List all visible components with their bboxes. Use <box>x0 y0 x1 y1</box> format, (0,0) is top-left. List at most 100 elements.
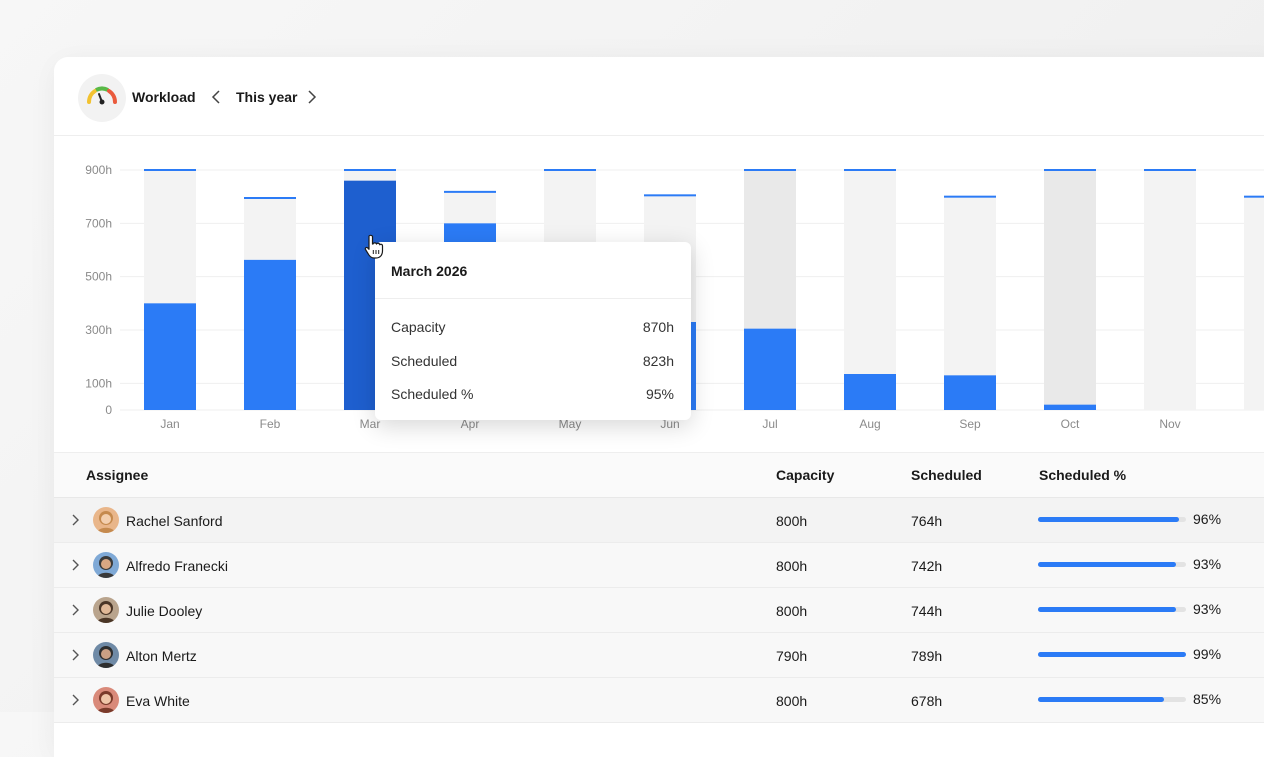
avatar <box>93 552 119 578</box>
assignee-name: Alton Mertz <box>126 648 197 664</box>
column-header-assignee[interactable]: Assignee <box>86 467 148 483</box>
next-period-button[interactable] <box>305 88 319 106</box>
scheduled-bar-jan[interactable] <box>144 303 196 410</box>
scheduled-pct-value: 99% <box>1193 646 1222 662</box>
tooltip-value: 870h <box>642 319 674 335</box>
expand-row-button[interactable] <box>70 557 80 573</box>
scheduled-progress-fill <box>1038 607 1176 612</box>
chevron-right-icon <box>72 694 79 706</box>
assignee-name: Julie Dooley <box>126 603 203 619</box>
capacity-line-d <box>1244 195 1264 198</box>
table-row[interactable]: Alfredo Franecki 800h 742h 93% <box>54 543 1264 588</box>
y-tick-label: 300h <box>85 323 112 337</box>
assignee-table: Assignee Capacity Scheduled Scheduled % … <box>54 452 1264 723</box>
tooltip-label: Capacity <box>391 319 446 335</box>
x-tick-label: Jan <box>160 417 179 431</box>
table-header: Assignee Capacity Scheduled Scheduled % <box>54 452 1264 498</box>
expand-row-button[interactable] <box>70 692 80 708</box>
capacity-value: 800h <box>776 693 808 709</box>
capacity-bar-d[interactable] <box>1244 196 1264 410</box>
tooltip-label: Scheduled <box>391 353 458 369</box>
chevron-right-icon <box>308 90 317 104</box>
x-tick-label: Jul <box>762 417 777 431</box>
expand-row-button[interactable] <box>70 512 80 528</box>
chevron-right-icon <box>72 604 79 616</box>
assignee-name: Alfredo Franecki <box>126 558 228 574</box>
scheduled-bar-jul[interactable] <box>744 328 796 410</box>
y-tick-label: 100h <box>85 376 112 390</box>
y-tick-label: 900h <box>85 163 112 177</box>
capacity-line-aug <box>844 169 896 171</box>
capacity-line-apr <box>444 190 496 193</box>
table-row[interactable]: Rachel Sanford 800h 764h 96% <box>54 498 1264 543</box>
capacity-line-jan <box>144 169 196 171</box>
capacity-line-oct <box>1044 169 1096 171</box>
chevron-right-icon <box>72 559 79 571</box>
avatar <box>93 687 119 713</box>
hand-cursor-icon <box>363 234 385 265</box>
scheduled-bar-aug[interactable] <box>844 374 896 410</box>
scheduled-pct-value: 93% <box>1193 556 1222 572</box>
assignee-name: Rachel Sanford <box>126 513 223 529</box>
scheduled-pct-value: 96% <box>1193 511 1222 527</box>
scheduled-value: 742h <box>911 558 943 574</box>
tooltip-row-capacity: Capacity 870h <box>391 319 674 339</box>
chevron-left-icon <box>211 90 220 104</box>
chevron-right-icon <box>72 514 79 526</box>
capacity-bar-oct[interactable] <box>1044 170 1096 410</box>
scheduled-value: 678h <box>911 693 943 709</box>
scheduled-bar-oct[interactable] <box>1044 404 1096 410</box>
tooltip-title: March 2026 <box>391 263 468 279</box>
scheduled-bar-sep[interactable] <box>944 375 996 410</box>
scheduled-value: 744h <box>911 603 943 619</box>
x-tick-label: Nov <box>1159 417 1180 431</box>
capacity-value: 800h <box>776 603 808 619</box>
expand-row-button[interactable] <box>70 647 80 663</box>
capacity-line-mar <box>344 169 396 171</box>
column-header-capacity[interactable]: Capacity <box>776 467 834 483</box>
table-row[interactable]: Julie Dooley 800h 744h 93% <box>54 588 1264 633</box>
tooltip-label: Scheduled % <box>391 386 474 402</box>
column-header-scheduled-pct[interactable]: Scheduled % <box>1039 467 1126 483</box>
chevron-right-icon <box>72 649 79 661</box>
expand-row-button[interactable] <box>70 602 80 618</box>
scheduled-progress-fill <box>1038 652 1186 657</box>
scheduled-progress-bar <box>1038 562 1186 567</box>
scheduled-progress-fill <box>1038 562 1176 567</box>
scheduled-progress-fill <box>1038 517 1179 522</box>
scheduled-progress-bar <box>1038 517 1186 522</box>
x-tick-label: Feb <box>260 417 281 431</box>
capacity-bar-nov[interactable] <box>1144 170 1196 410</box>
scheduled-value: 789h <box>911 648 943 664</box>
chart-tooltip: March 2026 Capacity 870h Scheduled 823h … <box>375 242 691 420</box>
tooltip-value: 823h <box>642 353 674 369</box>
scheduled-pct-value: 93% <box>1193 601 1222 617</box>
tooltip-value: 95% <box>645 386 674 402</box>
scheduled-progress-fill <box>1038 697 1164 702</box>
avatar <box>93 507 119 533</box>
capacity-line-may <box>544 169 596 171</box>
previous-period-button[interactable] <box>209 88 223 106</box>
workload-header: Workload This year <box>54 57 1264 136</box>
tooltip-divider <box>375 298 691 299</box>
capacity-value: 800h <box>776 558 808 574</box>
scheduled-progress-bar <box>1038 697 1186 702</box>
scheduled-progress-bar <box>1038 652 1186 657</box>
table-row[interactable]: Alton Mertz 790h 789h 99% <box>54 633 1264 678</box>
assignee-name: Eva White <box>126 693 190 709</box>
table-row[interactable]: Eva White 800h 678h 85% <box>54 678 1264 723</box>
column-header-scheduled[interactable]: Scheduled <box>911 467 982 483</box>
capacity-line-jul <box>744 169 796 171</box>
y-tick-label: 500h <box>85 270 112 284</box>
tooltip-row-scheduled: Scheduled 823h <box>391 353 674 373</box>
avatar <box>93 642 119 668</box>
scheduled-pct-value: 85% <box>1193 691 1222 707</box>
gauge-icon <box>78 74 126 122</box>
capacity-value: 800h <box>776 513 808 529</box>
capacity-value: 790h <box>776 648 808 664</box>
x-tick-label: Aug <box>859 417 880 431</box>
x-tick-label: Oct <box>1061 417 1080 431</box>
scheduled-bar-feb[interactable] <box>244 259 296 410</box>
capacity-line-sep <box>944 195 996 198</box>
page-title: Workload <box>132 89 196 105</box>
